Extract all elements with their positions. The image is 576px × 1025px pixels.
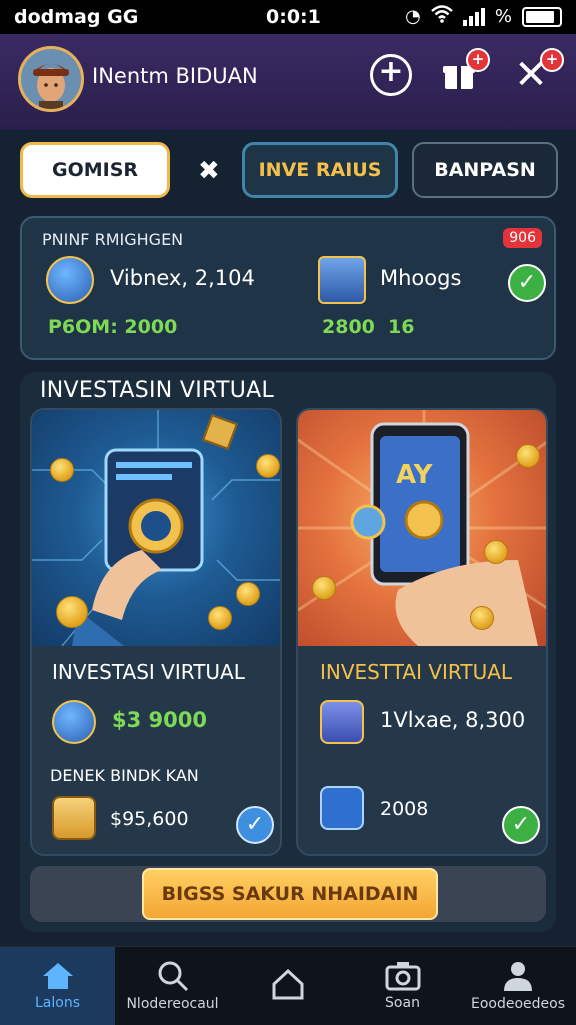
avatar[interactable]: [18, 46, 84, 112]
wallet-icon: [52, 700, 96, 744]
battery-label: %: [494, 6, 512, 27]
profile-icon: [504, 962, 532, 991]
certificate-icon: [52, 796, 96, 840]
location-icon: ◔: [405, 6, 421, 27]
coin-icon: [312, 576, 336, 600]
nav-item-profile[interactable]: Eoodeoedeos: [460, 947, 576, 1025]
card2-value: 1Vlxae, 8,300: [380, 708, 526, 732]
compass-icon: [320, 786, 364, 830]
section-title: INVESTASIN VIRTUAL: [40, 378, 275, 403]
card2-amount: 2008: [380, 798, 429, 820]
nav-label: Soan: [385, 995, 420, 1011]
status-time: 0:0:1: [266, 6, 321, 28]
coin-icon: [256, 454, 280, 478]
check-icon[interactable]: ✓: [236, 806, 274, 844]
wifi-icon: [431, 5, 453, 28]
summary-right-sub-b: 16: [388, 316, 415, 338]
card2-title: INVESTTAI VIRTUAL: [320, 660, 513, 684]
nav-label: Lalons: [34, 995, 80, 1011]
summary-badge: 906: [503, 228, 542, 248]
nav-label: Eoodeoedeos: [470, 996, 565, 1012]
coin-icon: [208, 606, 232, 630]
gift-badge: +: [466, 48, 490, 72]
username: INentm BIDUAN: [92, 64, 258, 88]
gift-button[interactable]: +: [438, 48, 490, 96]
status-bar: dodmag GG 0:0:1 ◔ %: [0, 0, 576, 34]
summary-card: PNINF RMIGHGEN 906 Vibnex, 2,104 P6OM: 2…: [20, 216, 556, 360]
close-button[interactable]: ✕ +: [510, 48, 564, 96]
cta-button[interactable]: BIGSS SAKUR NHAIDAIN: [142, 868, 438, 920]
nav-item-scan[interactable]: Soan: [345, 947, 460, 1025]
card1-value: $3 9000: [112, 708, 207, 732]
book-stack-icon: [318, 256, 366, 304]
nav-item-home[interactable]: Lalons: [0, 947, 115, 1025]
coin-icon: [516, 444, 540, 468]
card1-subhead: DENEK BINDK KAN: [50, 766, 199, 785]
check-icon: ✓: [508, 264, 546, 302]
summary-right-sub-a: 2800: [322, 316, 375, 338]
summary-left-sub: P6OM: 2000: [48, 316, 178, 338]
home-icon: [42, 963, 73, 989]
check-icon[interactable]: ✓: [502, 806, 540, 844]
investment-card-1[interactable]: INVESTASI VIRTUAL $3 9000 DENEK BINDK KA…: [30, 408, 282, 856]
tab-gomisr[interactable]: GOMISR: [20, 142, 170, 198]
card1-illustration: [32, 410, 280, 647]
book-stack-icon: [320, 700, 364, 744]
nav-label: Nlodereocaul: [126, 996, 219, 1012]
investment-panel: INVESTASIN VIRTUAL INVESTASI VIRTUAL $3 …: [20, 372, 556, 932]
coin-icon: [236, 582, 260, 606]
cta-bar: BIGSS SAKUR NHAIDAIN: [30, 866, 546, 922]
coin-icon: [470, 606, 494, 630]
card1-amount: $95,600: [110, 808, 189, 830]
wallet-icon: [46, 256, 94, 304]
card2-illustration: AY: [298, 410, 546, 646]
summary-title: PNINF RMIGHGEN: [42, 230, 184, 249]
phone-label: AY: [396, 460, 433, 490]
status-icons: ◔ %: [405, 5, 562, 28]
house-icon: [272, 968, 303, 1000]
coin-icon: [50, 458, 74, 482]
search-icon: [158, 961, 188, 992]
bottom-nav: Lalons Nlodereocaul Soan Eoodeoedeos: [0, 946, 576, 1025]
segment-tabs: GOMISR ✖ INVE RAIUS BANPASN: [0, 142, 576, 200]
coin-icon: [56, 596, 88, 628]
battery-icon: [522, 6, 562, 27]
tab-banpasn[interactable]: BANPASN: [412, 142, 558, 198]
summary-left-value: Vibnex, 2,104: [110, 266, 255, 290]
plus-icon: +: [370, 54, 412, 96]
nav-item-search[interactable]: Nlodereocaul: [115, 947, 230, 1025]
coin-icon: [484, 540, 508, 564]
close-badge: +: [540, 48, 564, 72]
summary-right-value: Mhoogs: [380, 266, 462, 290]
investment-card-2[interactable]: AY INVESTTAI VIRTUAL 1Vlxae, 8,300 2008 …: [296, 408, 548, 856]
card1-title: INVESTASI VIRTUAL: [52, 660, 245, 684]
nav-item-house[interactable]: [230, 947, 345, 1025]
status-left-text: dodmag GG: [14, 6, 139, 28]
tab-inve-raius[interactable]: INVE RAIUS: [242, 142, 398, 198]
camera-icon: [385, 962, 420, 991]
app-header: INentm BIDUAN + + ✕ +: [0, 34, 576, 130]
swap-icon[interactable]: ✖: [198, 156, 220, 186]
add-button[interactable]: +: [370, 54, 412, 96]
signal-icon: [462, 7, 485, 26]
